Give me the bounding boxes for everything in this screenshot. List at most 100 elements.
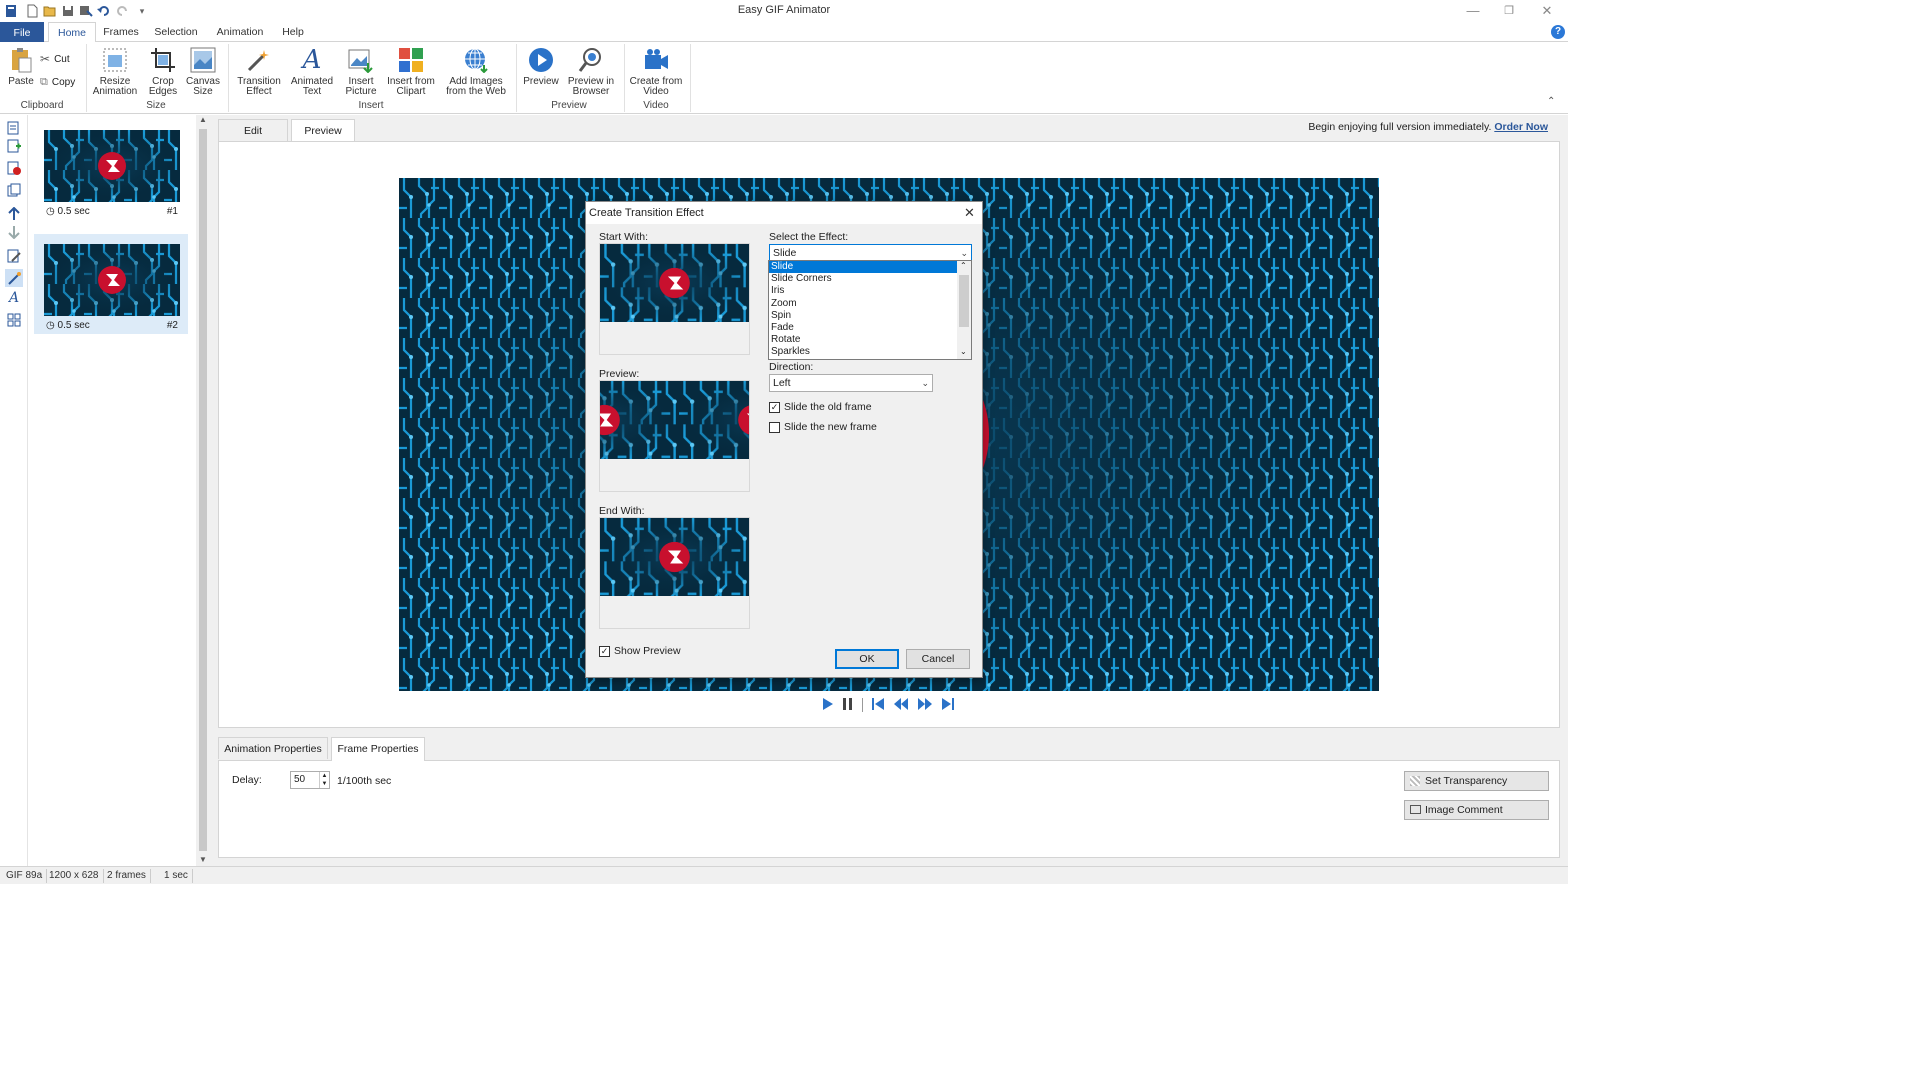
frame-thumbnail — [44, 130, 180, 202]
divider — [862, 698, 863, 712]
tab-selection[interactable]: Selection — [150, 22, 202, 42]
duplicate-frame-icon[interactable] — [5, 181, 23, 199]
resize-animation-button[interactable]: Resize Animation — [90, 46, 140, 97]
frame-item-1[interactable]: ◷ 0.5 sec #1 — [34, 120, 188, 220]
scroll-up-icon[interactable]: ▲ — [199, 115, 207, 124]
create-from-video-button[interactable]: Create from Video — [628, 46, 684, 97]
frame-item-2[interactable]: ◷ 0.5 sec #2 — [34, 234, 188, 334]
end-with-box — [599, 517, 750, 629]
tab-animation[interactable]: Animation — [210, 22, 270, 42]
frames-scrollbar[interactable]: ▲ ▼ — [196, 115, 210, 869]
previous-frame-icon[interactable] — [893, 697, 909, 714]
delay-spinner[interactable]: ▲ ▼ — [319, 772, 329, 788]
copy-button[interactable]: ⧉ Copy — [40, 76, 75, 89]
image-comment-button[interactable]: Image Comment — [1404, 800, 1549, 820]
tab-help[interactable]: Help — [278, 22, 308, 42]
direction-label: Direction: — [769, 361, 814, 373]
checkbox-box: ✓ — [599, 645, 610, 657]
last-frame-icon[interactable] — [941, 697, 955, 714]
next-frame-icon[interactable] — [917, 697, 933, 714]
window-title: Easy GIF Animator — [737, 4, 831, 16]
animated-text-button[interactable]: A Animated Text — [288, 46, 336, 97]
transition-effect-button[interactable]: Transition Effect — [234, 46, 284, 97]
canvas-size-button[interactable]: Canvas Size — [186, 46, 220, 97]
dialog-close-icon[interactable]: ✕ — [964, 205, 975, 221]
collapse-ribbon-icon[interactable]: ⌃ — [1547, 96, 1555, 107]
group-label-size: Size — [146, 100, 166, 111]
tab-preview[interactable]: Preview — [291, 119, 355, 142]
restore-button[interactable]: ❐ — [1494, 2, 1524, 20]
insert-frame-icon[interactable] — [5, 137, 23, 155]
crop-edges-button[interactable]: Crop Edges — [142, 46, 184, 97]
effect-option[interactable]: Zoom — [769, 298, 957, 310]
playback-controls — [822, 697, 955, 713]
delete-frame-icon[interactable] — [5, 159, 23, 177]
effect-option[interactable]: Fade — [769, 322, 957, 334]
ok-button[interactable]: OK — [835, 649, 899, 669]
close-window-button[interactable]: ✕ — [1532, 2, 1562, 20]
group-label-preview: Preview — [551, 100, 587, 111]
clock-icon: ◷ — [46, 206, 55, 217]
transition-wand-icon[interactable] — [5, 269, 23, 287]
add-frame-icon[interactable] — [5, 119, 23, 137]
tab-edit[interactable]: Edit — [218, 119, 288, 141]
add-images-web-button[interactable]: Add Images from the Web — [442, 46, 510, 97]
cut-button[interactable]: ✂ Cut — [40, 52, 70, 66]
end-frame-image — [600, 518, 749, 596]
resize-icon — [101, 46, 129, 74]
direction-select[interactable]: Left ⌄ — [769, 374, 933, 392]
edit-frame-icon[interactable] — [5, 247, 23, 265]
paste-button[interactable]: Paste — [4, 46, 38, 87]
preview-browser-button[interactable]: Preview in Browser — [566, 46, 616, 97]
scrollbar-thumb[interactable] — [199, 129, 207, 851]
grid-view-icon[interactable] — [5, 311, 23, 329]
frame-properties-panel: Delay: 50 ▲ ▼ 1/100th sec Set Transparenc… — [218, 760, 1560, 858]
move-down-arrow-icon[interactable] — [5, 223, 23, 241]
effect-option[interactable]: Rotate — [769, 334, 957, 346]
preview-button[interactable]: Preview — [520, 46, 562, 87]
pause-icon[interactable] — [842, 697, 854, 714]
insert-picture-button[interactable]: Insert Picture — [340, 46, 382, 97]
scroll-down-icon[interactable]: ▼ — [199, 855, 207, 864]
cancel-button[interactable]: Cancel — [906, 649, 970, 669]
first-frame-icon[interactable] — [871, 697, 885, 714]
promo-banner: Begin enjoying full version immediately.… — [1308, 121, 1548, 133]
set-transparency-button[interactable]: Set Transparency — [1404, 771, 1549, 791]
effect-option[interactable]: Spin — [769, 310, 957, 322]
scroll-down-icon[interactable]: ⌄ — [960, 347, 967, 356]
move-up-arrow-icon[interactable] — [5, 205, 23, 223]
delay-input[interactable]: 50 ▲ ▼ — [290, 771, 330, 789]
effect-option[interactable]: Slide Corners — [769, 273, 957, 285]
group-label-insert: Insert — [358, 100, 384, 111]
tab-frame-properties[interactable]: Frame Properties — [331, 737, 425, 761]
tab-home[interactable]: Home — [48, 22, 96, 43]
frame-tools-toolbar: A — [0, 115, 28, 869]
transition-preview-image — [600, 381, 749, 459]
magic-wand-icon — [245, 46, 273, 74]
help-icon[interactable]: ? — [1551, 25, 1565, 39]
effect-option[interactable]: Iris — [769, 285, 957, 297]
effect-option[interactable]: Sparkles — [769, 346, 957, 358]
scroll-up-icon[interactable]: ⌃ — [960, 261, 967, 270]
minimize-button[interactable]: — — [1458, 2, 1488, 20]
frame-duration: ◷ 0.5 sec — [46, 206, 90, 217]
tab-frames[interactable]: Frames — [100, 22, 142, 42]
text-icon[interactable]: A — [5, 289, 23, 307]
play-icon[interactable] — [822, 697, 834, 714]
start-frame-image — [600, 244, 749, 322]
insert-clipart-button[interactable]: Insert from Clipart — [384, 46, 438, 97]
scrollbar-thumb[interactable] — [959, 275, 969, 327]
end-with-label: End With: — [599, 505, 645, 517]
tab-file[interactable]: File — [0, 22, 44, 42]
slide-new-frame-checkbox[interactable]: Slide the new frame — [769, 421, 877, 433]
transparency-icon — [1410, 776, 1420, 786]
tab-animation-properties[interactable]: Animation Properties — [218, 737, 328, 759]
show-preview-checkbox[interactable]: ✓ Show Preview — [599, 645, 681, 657]
effect-option[interactable]: Slide — [769, 261, 957, 274]
list-scrollbar[interactable]: ⌃ ⌄ — [957, 261, 971, 359]
slide-old-frame-checkbox[interactable]: ✓ Slide the old frame — [769, 401, 872, 413]
ribbon: Paste ✂ Cut ⧉ Copy Clipboard Resize Animat… — [0, 42, 1568, 114]
picture-icon — [347, 46, 375, 74]
order-now-link[interactable]: Order Now — [1494, 121, 1548, 133]
frame-number: #1 — [166, 206, 178, 217]
